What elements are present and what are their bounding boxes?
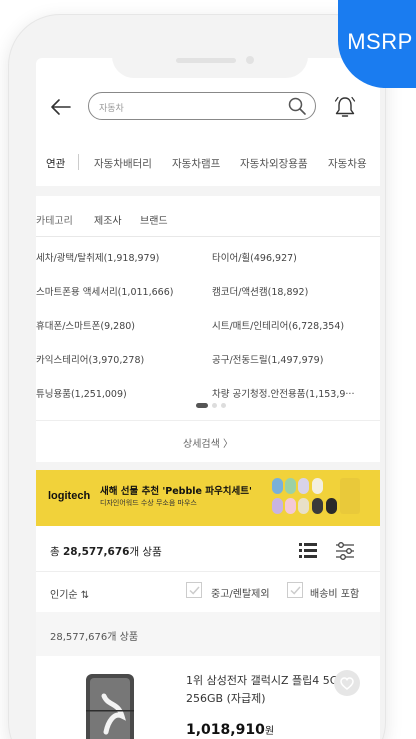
result-count-number: 28,577,676 xyxy=(63,546,130,558)
search-input-value: 자동차 xyxy=(99,104,124,114)
tab-brand[interactable]: 브랜드 xyxy=(140,212,168,227)
result-count-bar: 총 28,577,676개 상품 xyxy=(36,532,380,572)
price-currency: 원 xyxy=(264,726,275,737)
page-dot-active xyxy=(196,403,208,408)
include-shipping-label[interactable]: 배송비 포함 xyxy=(310,585,359,600)
related-keyword[interactable]: 자동차램프 xyxy=(172,156,220,171)
divider xyxy=(78,154,79,170)
tab-category[interactable]: 카테고리 xyxy=(36,212,73,227)
mouse-image xyxy=(312,478,323,494)
back-arrow-icon[interactable] xyxy=(50,96,72,118)
phone-frame: 자동차 연관 자동차배터리 자동차램프 자동차외장용품 자동차용 카테고리 제조… xyxy=(8,14,386,739)
related-keywords: 연관 자동차배터리 자동차램프 자동차외장용품 자동차용 xyxy=(36,148,380,178)
checkbox-icon[interactable] xyxy=(186,582,202,598)
result-count: 총 28,577,676개 상품 xyxy=(50,544,162,559)
mouse-image xyxy=(285,498,296,514)
mouse-box-image xyxy=(340,478,360,514)
exclude-used-rental-label[interactable]: 중고/렌탈제외 xyxy=(211,585,270,600)
mouse-image xyxy=(298,478,309,494)
tab-manufacturer[interactable]: 제조사 xyxy=(94,212,122,227)
mouse-image xyxy=(272,498,283,514)
divider xyxy=(36,236,380,237)
heart-icon[interactable] xyxy=(334,670,360,696)
checkbox-icon[interactable] xyxy=(287,582,303,598)
category-item[interactable]: 차량 공기청정.안전용품(1,153,9··· xyxy=(212,386,378,400)
pagination-dots xyxy=(196,403,226,409)
product-image xyxy=(86,674,134,739)
mouse-image xyxy=(285,478,296,494)
banner-brand: logitech xyxy=(48,490,91,502)
category-item[interactable]: 공구/전동드릴(1,497,979) xyxy=(212,352,378,366)
page-dot xyxy=(212,403,217,408)
category-item[interactable]: 휴대폰/스마트폰(9,280) xyxy=(36,318,206,332)
product-price: 1,018,910원 xyxy=(186,722,274,738)
product-card[interactable]: 1위 삼성전자 갤럭시Z 플립4 5G 256GB (자급제) 1,018,91… xyxy=(36,656,380,739)
result-count-prefix: 총 xyxy=(50,546,63,558)
related-keyword[interactable]: 자동차배터리 xyxy=(94,156,152,171)
category-item[interactable]: 시트/매트/인테리어(6,728,354) xyxy=(212,318,378,332)
page-dot xyxy=(221,403,226,408)
category-item[interactable]: 세차/광택/탈취제(1,918,979) xyxy=(36,250,206,264)
category-item[interactable]: 스마트폰용 액세서리(1,011,666) xyxy=(36,284,206,298)
filter-icon[interactable] xyxy=(334,540,356,562)
speaker xyxy=(176,58,236,63)
app-screen: 자동차 연관 자동차배터리 자동차램프 자동차외장용품 자동차용 카테고리 제조… xyxy=(36,58,380,739)
category-tabs: 카테고리 제조사 브랜드 xyxy=(36,198,380,238)
category-item[interactable]: 카익스테리어(3,970,278) xyxy=(36,352,206,366)
search-input[interactable]: 자동차 xyxy=(88,92,316,120)
mouse-image xyxy=(298,498,309,514)
category-grid: 세차/광택/탈취제(1,918,979) 타이어/휠(496,927) 스마트폰… xyxy=(36,238,380,408)
category-item[interactable]: 튜닝용품(1,251,009) xyxy=(36,386,206,400)
related-label: 연관 xyxy=(46,158,66,170)
banner-headline: 새해 선물 추천 'Pebble 파우치세트' xyxy=(100,486,252,497)
camera xyxy=(246,56,254,64)
mouse-image xyxy=(272,478,283,494)
ad-banner[interactable]: logitech 새해 선물 추천 'Pebble 파우치세트' 디자인어워드 … xyxy=(36,470,380,526)
bell-icon[interactable] xyxy=(332,94,358,120)
section-divider xyxy=(36,186,380,196)
section-divider xyxy=(36,462,380,470)
category-item[interactable]: 캠코더/액션캠(18,892) xyxy=(212,284,378,298)
product-title[interactable]: 1위 삼성전자 갤럭시Z 플립4 5G 256GB (자급제) xyxy=(186,672,346,708)
mouse-image xyxy=(312,498,323,514)
search-icon[interactable] xyxy=(287,96,307,116)
result-count-suffix: 개 상품 xyxy=(129,546,162,558)
related-keyword[interactable]: 자동차용 xyxy=(328,156,367,171)
related-keyword[interactable]: 자동차외장용품 xyxy=(240,156,308,171)
price-value: 1,018,910 xyxy=(186,722,265,738)
phone-notch xyxy=(112,28,308,78)
mouse-image xyxy=(326,498,337,514)
sort-filter-bar: 인기순 ⇅ 중고/렌탈제외 배송비 포함 xyxy=(36,572,380,612)
search-header: 자동차 xyxy=(36,92,380,132)
category-item[interactable]: 타이어/휠(496,927) xyxy=(212,250,378,264)
banner-subline: 디자인어워드 수상 무소음 마우스 xyxy=(100,499,197,507)
detail-search-button[interactable]: 상세검색 〉 xyxy=(36,420,380,462)
sort-dropdown[interactable]: 인기순 ⇅ xyxy=(50,586,89,601)
list-view-icon[interactable] xyxy=(298,540,318,560)
product-count-summary: 28,577,676개 상품 xyxy=(36,612,380,656)
